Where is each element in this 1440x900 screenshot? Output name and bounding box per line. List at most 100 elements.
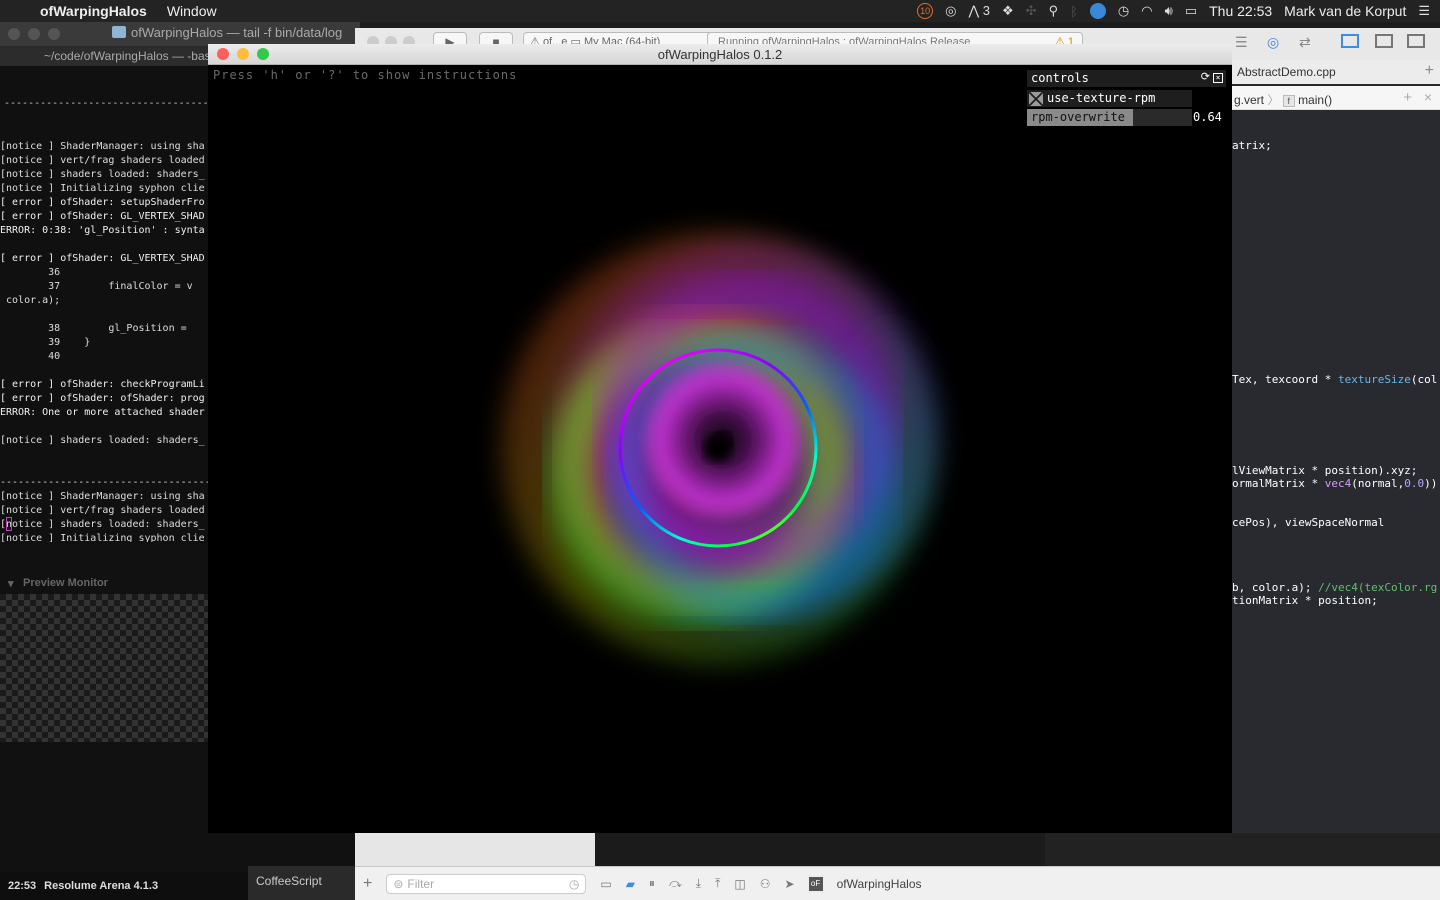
preview-monitor-label: Preview Monitor (23, 577, 108, 589)
adobe-icon[interactable]: ⋀ 3 (969, 3, 991, 19)
jump-file[interactable]: g.vert (1234, 93, 1264, 107)
checkbox-icon[interactable] (1029, 92, 1043, 106)
minimize-panel-icon[interactable]: × (1213, 73, 1223, 83)
view-hierarchy-icon[interactable]: ◫ (734, 877, 745, 891)
debug-toggle-icon[interactable] (1375, 34, 1393, 48)
slider-value: 0.64 (1193, 110, 1222, 124)
console-icon[interactable]: ▭ (600, 877, 611, 891)
target-name[interactable]: ofWarpingHalos (837, 877, 922, 891)
app-titlebar[interactable]: ofWarpingHalos 0.1.2 (208, 44, 1232, 65)
add-icon[interactable]: + (363, 875, 372, 893)
folder-icon (112, 26, 126, 38)
terminal-titlebar[interactable]: ofWarpingHalos — tail -f bin/data/log (0, 22, 360, 46)
zoom-button[interactable] (257, 48, 269, 60)
close-button[interactable] (8, 28, 20, 40)
search-icon[interactable]: ⚲ (1049, 3, 1059, 19)
log-line: [ error ] ofShader: GL_VERTEX_SHAD (0, 211, 205, 222)
log-line: [notice ] vert/frag shaders loaded (0, 505, 205, 516)
log-line: 38 gl_Position = (0, 323, 187, 334)
log-line: [notice ] ShaderManager: using sha (0, 491, 205, 502)
minimize-button[interactable] (28, 28, 40, 40)
menu-bar: ofWarpingHalos Window 10 ◎ ⋀ 3 ❖ ✣ ⚲ ᛒ ◷… (0, 0, 1440, 22)
status-app: Resolume Arena 4.1.3 (44, 880, 159, 892)
resolume-status-bar: 22:53 Resolume Arena 4.1.3 (0, 872, 248, 900)
standard-editor-icon[interactable]: ☰ (1235, 34, 1248, 51)
step-over-icon[interactable]: ⤼ (669, 876, 682, 891)
halo-center (704, 434, 732, 462)
reload-icon[interactable]: ⟳ (1201, 70, 1210, 83)
slider-label: rpm-overwrite (1031, 110, 1125, 124)
status-time: 22:53 (8, 880, 37, 892)
volume-icon[interactable]: 🔊︎ (1165, 3, 1173, 19)
minimize-button[interactable] (237, 48, 249, 60)
utilities-toggle-icon[interactable] (1407, 34, 1425, 48)
slider-rpm-overwrite[interactable]: rpm-overwrite (1027, 109, 1192, 126)
close-editor-icon[interactable]: × (1424, 89, 1432, 105)
instructions-text: Press 'h' or '?' to show instructions (213, 68, 518, 82)
recent-icon[interactable]: ◷ (569, 877, 579, 891)
breakpoint-icon[interactable]: ▰ (626, 877, 635, 891)
version-editor-icon[interactable]: ⇄ (1299, 34, 1311, 51)
filter-placeholder: Filter (407, 876, 435, 891)
app-target-icon: oF (808, 876, 823, 891)
preview-monitor-header[interactable]: ▾ Preview Monitor (0, 574, 208, 594)
code-line: ormalMatrix * vec4(normal,0.0)) (1232, 477, 1438, 490)
code-line: b, color.a); //vec4(texColor.rg (1232, 581, 1438, 594)
debug-area-console (595, 833, 1045, 866)
jump-func[interactable]: main() (1298, 93, 1332, 107)
log-line: [ error ] ofShader: ofShader: prog (0, 393, 205, 404)
controls-title: controls (1031, 71, 1089, 85)
notification-center-icon[interactable]: ☰ (1418, 3, 1430, 19)
step-in-icon[interactable]: ⤓ (696, 876, 701, 891)
clock[interactable]: Thu 22:53 (1209, 3, 1272, 19)
step-out-icon[interactable]: ⤒ (715, 876, 720, 891)
time-machine-icon[interactable]: ◷ (1118, 3, 1129, 19)
bluetooth-icon[interactable]: ᛒ (1070, 4, 1078, 19)
filter-field[interactable]: ⊜ Filter ◷ (386, 873, 587, 894)
log-line: [notice ] Initializing syphon clie (0, 183, 205, 194)
notification-count-icon[interactable]: 10 (917, 3, 934, 19)
terminal-cursor (6, 517, 12, 531)
target-icon[interactable]: ◎ (945, 3, 956, 19)
add-editor-icon[interactable]: + (1403, 89, 1412, 106)
adobe-count: 3 (982, 3, 991, 18)
code-line: lViewMatrix * position).xyz; (1232, 464, 1418, 477)
assistant-editor-icon[interactable]: ◎ (1267, 34, 1279, 51)
code-line: atrix; (1232, 139, 1272, 152)
menu-window[interactable]: Window (167, 3, 217, 19)
user-name[interactable]: Mark van de Korput (1284, 3, 1406, 19)
log-line: [notice ] ShaderManager: using sha (0, 141, 205, 152)
close-button[interactable] (217, 48, 229, 60)
log-line: [ error ] ofShader: GL_VERTEX_SHAD (0, 253, 205, 264)
log-separator: ----------------------------------- (4, 98, 208, 109)
status-items: 10 ◎ ⋀ 3 ❖ ✣ ⚲ ᛒ ◷ ◠ 🔊︎ ▭ Thu 22:53 Mark… (917, 0, 1430, 22)
code-line: Tex, texcoord * textureSize(col (1232, 373, 1438, 386)
render-canvas[interactable] (208, 65, 1232, 833)
location-icon[interactable]: ➤ (785, 877, 795, 891)
navigator-toggle-icon[interactable] (1341, 34, 1359, 48)
memory-graph-icon[interactable]: ⚇ (760, 877, 771, 891)
tab-file[interactable]: AbstractDemo.cpp (1237, 65, 1336, 79)
add-tab-icon[interactable]: + (1425, 62, 1434, 80)
controls-panel: controls ⟳ × use-texture-rpm rpm-overwri… (1027, 70, 1226, 128)
zoom-button[interactable] (48, 28, 60, 40)
toggle-use-texture-rpm[interactable]: use-texture-rpm (1027, 90, 1192, 107)
battery-icon[interactable]: ▭ (1185, 3, 1197, 19)
log-line: [notice ] shaders loaded: shaders_ (0, 519, 205, 530)
log-line: 40 (0, 351, 61, 362)
vpn-icon[interactable] (1089, 3, 1106, 19)
dropbox-icon[interactable]: ❖ (1002, 3, 1014, 19)
pause-icon[interactable]: ⏸ (649, 876, 655, 891)
language-label[interactable]: CoffeeScript (256, 874, 322, 888)
log-line: [notice ] shaders loaded: shaders_ (0, 169, 205, 180)
controls-header[interactable]: controls ⟳ × (1027, 70, 1226, 87)
wifi-icon[interactable]: ◠ (1141, 3, 1152, 19)
log-line: ----------------------------------- (0, 477, 208, 488)
xcode-tab-bar: AbstractDemo.cpp + (1232, 60, 1440, 84)
grid-icon[interactable]: ✣ (1026, 3, 1037, 19)
menu-app-name[interactable]: ofWarpingHalos (40, 3, 147, 19)
notification-count: 10 (920, 6, 931, 16)
